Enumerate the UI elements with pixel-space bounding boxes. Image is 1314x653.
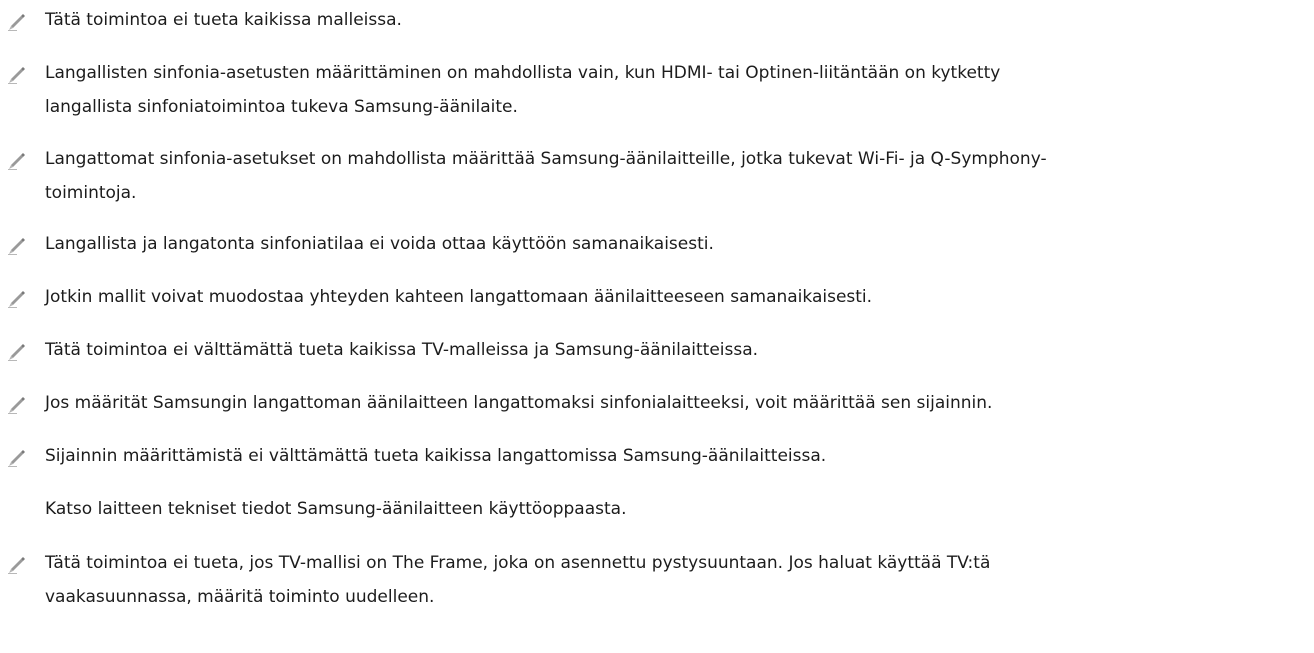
notes-list: Tätä toimintoa ei tueta kaikissa malleis… (0, 0, 1314, 653)
note-text: Tätä toimintoa ei tueta, jos TV-mallisi … (45, 546, 1307, 614)
note-text: Jotkin mallit voivat muodostaa yhteyden … (45, 280, 1307, 314)
pencil-icon (8, 344, 25, 361)
note-text: Langattomat sinfonia-asetukset on mahdol… (45, 142, 1307, 210)
note-sub-text: Katso laitteen tekniset tiedot Samsung-ä… (45, 492, 627, 526)
note-line: Sijainnin määrittämistä ei välttämättä t… (45, 446, 827, 466)
note-line: Tätä toimintoa ei tueta, jos TV-mallisi … (45, 553, 991, 573)
note-text: Tätä toimintoa ei tueta kaikissa malleis… (45, 3, 1307, 37)
note-text: Langallisten sinfonia-asetusten määrittä… (45, 56, 1307, 124)
note-line: Jos määrität Samsungin langattoman äänil… (45, 393, 993, 413)
pencil-icon (8, 67, 25, 84)
note-text: Tätä toimintoa ei välttämättä tueta kaik… (45, 333, 1307, 367)
note-text: Langallista ja langatonta sinfoniatilaa … (45, 227, 1307, 261)
note-line: Langallista ja langatonta sinfoniatilaa … (45, 234, 714, 254)
note-line: Katso laitteen tekniset tiedot Samsung-ä… (45, 499, 627, 519)
note-line: toimintoja. (45, 183, 137, 203)
note-line: vaakasuunnassa, määritä toiminto uudelle… (45, 587, 435, 607)
pencil-icon (8, 397, 25, 414)
note-line: Langattomat sinfonia-asetukset on mahdol… (45, 149, 1047, 169)
pencil-icon (8, 450, 25, 467)
note-line: Langallisten sinfonia-asetusten määrittä… (45, 63, 1001, 83)
note-line: Tätä toimintoa ei välttämättä tueta kaik… (45, 340, 759, 360)
note-line: Jotkin mallit voivat muodostaa yhteyden … (45, 287, 873, 307)
pencil-icon (8, 153, 25, 170)
note-text: Sijainnin määrittämistä ei välttämättä t… (45, 439, 1307, 473)
note-line: Tätä toimintoa ei tueta kaikissa malleis… (45, 10, 402, 30)
pencil-icon (8, 14, 25, 31)
pencil-icon (8, 557, 25, 574)
pencil-icon (8, 291, 25, 308)
pencil-icon (8, 238, 25, 255)
note-line: langallista sinfoniatoimintoa tukeva Sam… (45, 97, 518, 117)
note-text: Jos määrität Samsungin langattoman äänil… (45, 386, 1307, 420)
